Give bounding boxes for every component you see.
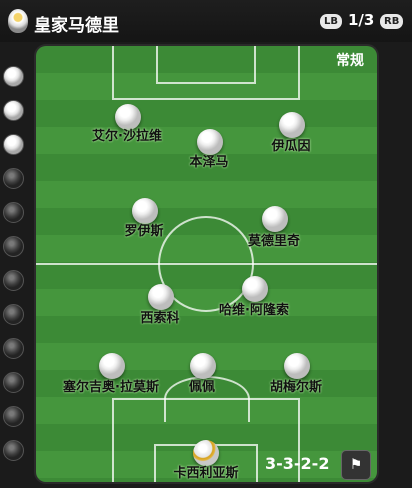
lb-button[interactable]: LB (320, 14, 342, 29)
player-name: 伊瓜因 (271, 139, 311, 154)
slot-button-1[interactable] (3, 66, 24, 87)
player-token[interactable] (262, 206, 288, 232)
player-name: 罗伊斯 (124, 224, 164, 239)
top-bar: 皇家马德里 LB 1/3 RB (0, 0, 412, 42)
slot-button-7[interactable] (3, 270, 24, 291)
team-name: 皇家马德里 (34, 16, 119, 36)
player-name: 莫德里奇 (247, 234, 301, 249)
slot-button-3[interactable] (3, 134, 24, 155)
page-indicator: 1/3 (348, 11, 375, 29)
tactic-style-label: 常规 (336, 53, 364, 69)
rb-button[interactable]: RB (380, 14, 404, 29)
player-name: 佩佩 (188, 380, 216, 395)
club-crest-icon (8, 9, 28, 33)
slot-button-4[interactable] (3, 168, 24, 189)
player-name: 塞尔吉奥·拉莫斯 (63, 380, 159, 395)
slot-button-8[interactable] (3, 304, 24, 325)
formation-label: 3-3-2-2 (265, 454, 330, 473)
slot-button-2[interactable] (3, 100, 24, 121)
player-name: 哈维·阿隆索 (219, 303, 289, 318)
slot-button-11[interactable] (3, 406, 24, 427)
slot-button-12[interactable] (3, 440, 24, 461)
player-name: 艾尔·沙拉维 (92, 129, 162, 144)
pitch (36, 46, 377, 482)
slot-button-6[interactable] (3, 236, 24, 257)
goalkeeper-name: 卡西利亚斯 (173, 466, 239, 481)
captain-armband-icon[interactable]: ⚑ (341, 450, 371, 480)
top-goal-box (156, 46, 256, 84)
slot-button-5[interactable] (3, 202, 24, 223)
player-name: 西索科 (140, 311, 180, 326)
player-name: 本泽马 (189, 155, 229, 170)
slot-button-10[interactable] (3, 372, 24, 393)
slot-button-9[interactable] (3, 338, 24, 359)
player-name: 胡梅尔斯 (269, 380, 323, 395)
